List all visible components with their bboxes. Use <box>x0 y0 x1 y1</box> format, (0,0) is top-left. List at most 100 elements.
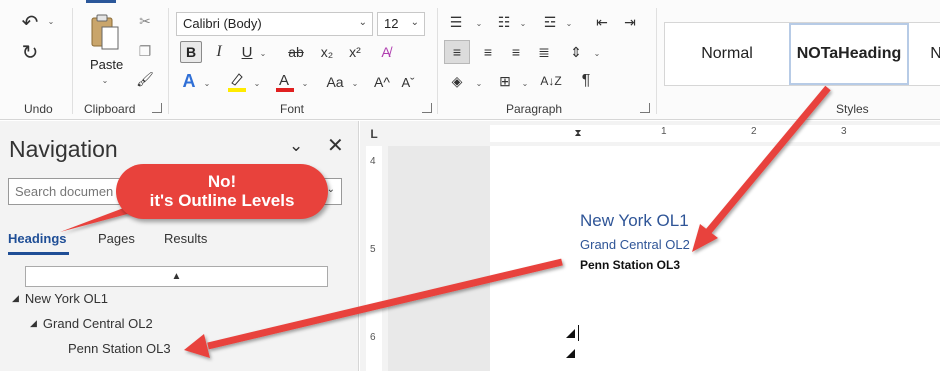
doc-heading-ol1[interactable]: New York OL1 <box>580 211 689 231</box>
show-formatting-marks-icon[interactable]: ¶ <box>576 70 596 92</box>
line-spacing-dropdown-icon[interactable]: ⌄ <box>592 48 602 58</box>
tree-item-ol1[interactable]: ◢ New York OL1 <box>12 291 108 306</box>
align-left-icon[interactable]: ≡ <box>444 40 470 64</box>
bullets-dropdown-icon[interactable]: ⌄ <box>474 18 484 28</box>
expand-triangle-icon[interactable]: ◢ <box>12 293 19 304</box>
group-separator <box>168 8 169 114</box>
borders-dropdown-icon[interactable]: ⌄ <box>520 78 530 88</box>
style-normal[interactable]: Normal <box>665 23 789 85</box>
document-page[interactable] <box>490 146 940 371</box>
formatting-mark-icon <box>566 329 575 338</box>
paste-icon[interactable] <box>90 14 120 52</box>
doc-heading-ol2[interactable]: Grand Central OL2 <box>580 237 690 252</box>
font-launcher-icon[interactable] <box>422 103 432 113</box>
paragraph-launcher-icon[interactable] <box>640 103 650 113</box>
svg-text:A: A <box>279 72 289 89</box>
doc-heading-ol3[interactable]: Penn Station OL3 <box>580 258 680 272</box>
superscript-icon[interactable]: x² <box>346 42 364 62</box>
formatting-mark-icon <box>566 349 575 358</box>
text-cursor <box>578 325 579 341</box>
ruler-number: 6 <box>370 332 376 343</box>
multilevel-list-icon[interactable]: ☲ <box>540 12 560 32</box>
font-color-dropdown-icon[interactable]: ⌄ <box>300 78 310 88</box>
tab-headings[interactable]: Headings <box>8 231 67 246</box>
horizontal-ruler: 1 2 3 ⧗ <box>388 121 940 146</box>
sort-icon[interactable]: A↓Z <box>540 70 562 92</box>
numbering-icon[interactable]: ☷ <box>494 12 514 32</box>
bullets-icon[interactable]: ☰ <box>446 12 466 32</box>
underline-dropdown-icon[interactable]: ⌄ <box>258 48 268 58</box>
align-center-icon[interactable]: ≡ <box>478 42 498 62</box>
font-group-label: Font <box>280 102 305 116</box>
subscript-icon[interactable]: x₂ <box>318 42 336 62</box>
shading-dropdown-icon[interactable]: ⌄ <box>474 78 484 88</box>
decrease-indent-icon[interactable]: ⇤ <box>592 12 612 32</box>
ruler-number: 1 <box>661 126 667 137</box>
ruler-number: 3 <box>841 126 847 137</box>
paragraph-group-label: Paragraph <box>506 102 563 116</box>
paste-label[interactable]: Paste <box>90 57 123 72</box>
underline-icon[interactable]: U <box>238 42 256 62</box>
line-spacing-icon[interactable]: ⇕ <box>566 42 586 62</box>
font-name-value: Calibri (Body) <box>183 16 262 31</box>
expand-triangle-icon[interactable]: ◢ <box>30 318 37 329</box>
shading-icon[interactable]: ◈ <box>446 70 468 92</box>
styles-group-label: Styles <box>836 102 869 116</box>
clipboard-launcher-icon[interactable] <box>152 103 162 113</box>
callout-bubble: No! it's Outline Levels <box>116 164 328 219</box>
tree-item-label: Penn Station OL3 <box>68 341 171 356</box>
style-next[interactable]: N <box>921 23 940 85</box>
format-painter-icon[interactable]: 🖌 <box>136 70 154 88</box>
undo-dropdown-icon[interactable]: ⌄ <box>46 16 56 26</box>
arrow-up-icon: ▲ <box>171 271 182 282</box>
multilevel-dropdown-icon[interactable]: ⌄ <box>564 18 574 28</box>
font-size-value: 12 <box>384 16 399 31</box>
undo-group-label: Undo <box>24 102 53 116</box>
font-size-combobox[interactable]: 12 ⌄ <box>377 12 425 36</box>
strikethrough-icon[interactable]: ab <box>284 42 308 62</box>
copy-icon[interactable]: ❐ <box>136 42 154 60</box>
style-notaheading[interactable]: NOTaHeading <box>789 23 909 85</box>
clipboard-group-label: Clipboard <box>84 102 136 116</box>
ruler-text-area <box>490 125 940 142</box>
tree-item-ol2[interactable]: ◢ Grand Central OL2 <box>30 316 153 331</box>
cut-icon[interactable]: ✂ <box>136 12 154 30</box>
chevron-down-icon[interactable]: ⌄ <box>289 136 303 156</box>
ruler-number: 5 <box>370 244 376 255</box>
highlight-dropdown-icon[interactable]: ⌄ <box>252 78 262 88</box>
paste-dropdown-icon[interactable]: ⌄ <box>100 75 110 85</box>
close-icon[interactable]: ✕ <box>327 133 344 158</box>
undo-icon[interactable]: ↶ <box>18 10 42 34</box>
clear-formatting-icon[interactable]: A̸ <box>376 42 396 62</box>
vertical-ruler: 4 5 6 <box>360 146 388 371</box>
highlight-icon[interactable] <box>226 70 248 92</box>
shrink-font-icon[interactable]: Aˇ <box>398 72 418 92</box>
tab-selector[interactable]: L <box>360 121 388 146</box>
change-case-dropdown-icon[interactable]: ⌄ <box>350 78 360 88</box>
font-name-combobox[interactable]: Calibri (Body) ⌄ <box>176 12 373 36</box>
change-case-icon[interactable]: Aa <box>322 72 348 92</box>
group-separator <box>437 8 438 114</box>
callout-line1: No! <box>207 172 237 191</box>
text-effects-dropdown-icon[interactable]: ⌄ <box>202 78 212 88</box>
tab-pages[interactable]: Pages <box>98 231 135 246</box>
justify-icon[interactable]: ≣ <box>534 42 554 62</box>
tab-results[interactable]: Results <box>164 231 207 246</box>
redo-icon[interactable]: ↻ <box>18 40 42 64</box>
indent-marker-icon[interactable]: ⧗ <box>572 122 584 144</box>
navigation-title: Navigation <box>9 136 118 162</box>
borders-icon[interactable]: ⊞ <box>494 70 516 92</box>
text-effects-icon[interactable]: A <box>178 70 200 92</box>
increase-indent-icon[interactable]: ⇥ <box>620 12 640 32</box>
grow-font-icon[interactable]: A^ <box>372 72 392 92</box>
numbering-dropdown-icon[interactable]: ⌄ <box>518 18 528 28</box>
styles-gallery: Normal NOTaHeading N <box>664 22 940 86</box>
bold-button[interactable]: B <box>180 41 202 63</box>
italic-icon[interactable]: I <box>210 42 228 62</box>
align-right-icon[interactable]: ≡ <box>506 42 526 62</box>
scroll-to-top-button[interactable]: ▲ <box>25 266 328 287</box>
font-color-icon[interactable]: A <box>274 70 296 92</box>
tree-item-ol3[interactable]: Penn Station OL3 <box>68 341 171 356</box>
tab-underline <box>8 252 69 255</box>
ribbon: ↶ ⌄ ↻ Undo Paste ⌄ ✂ ❐ 🖌 Clipboard Calib… <box>0 0 940 120</box>
